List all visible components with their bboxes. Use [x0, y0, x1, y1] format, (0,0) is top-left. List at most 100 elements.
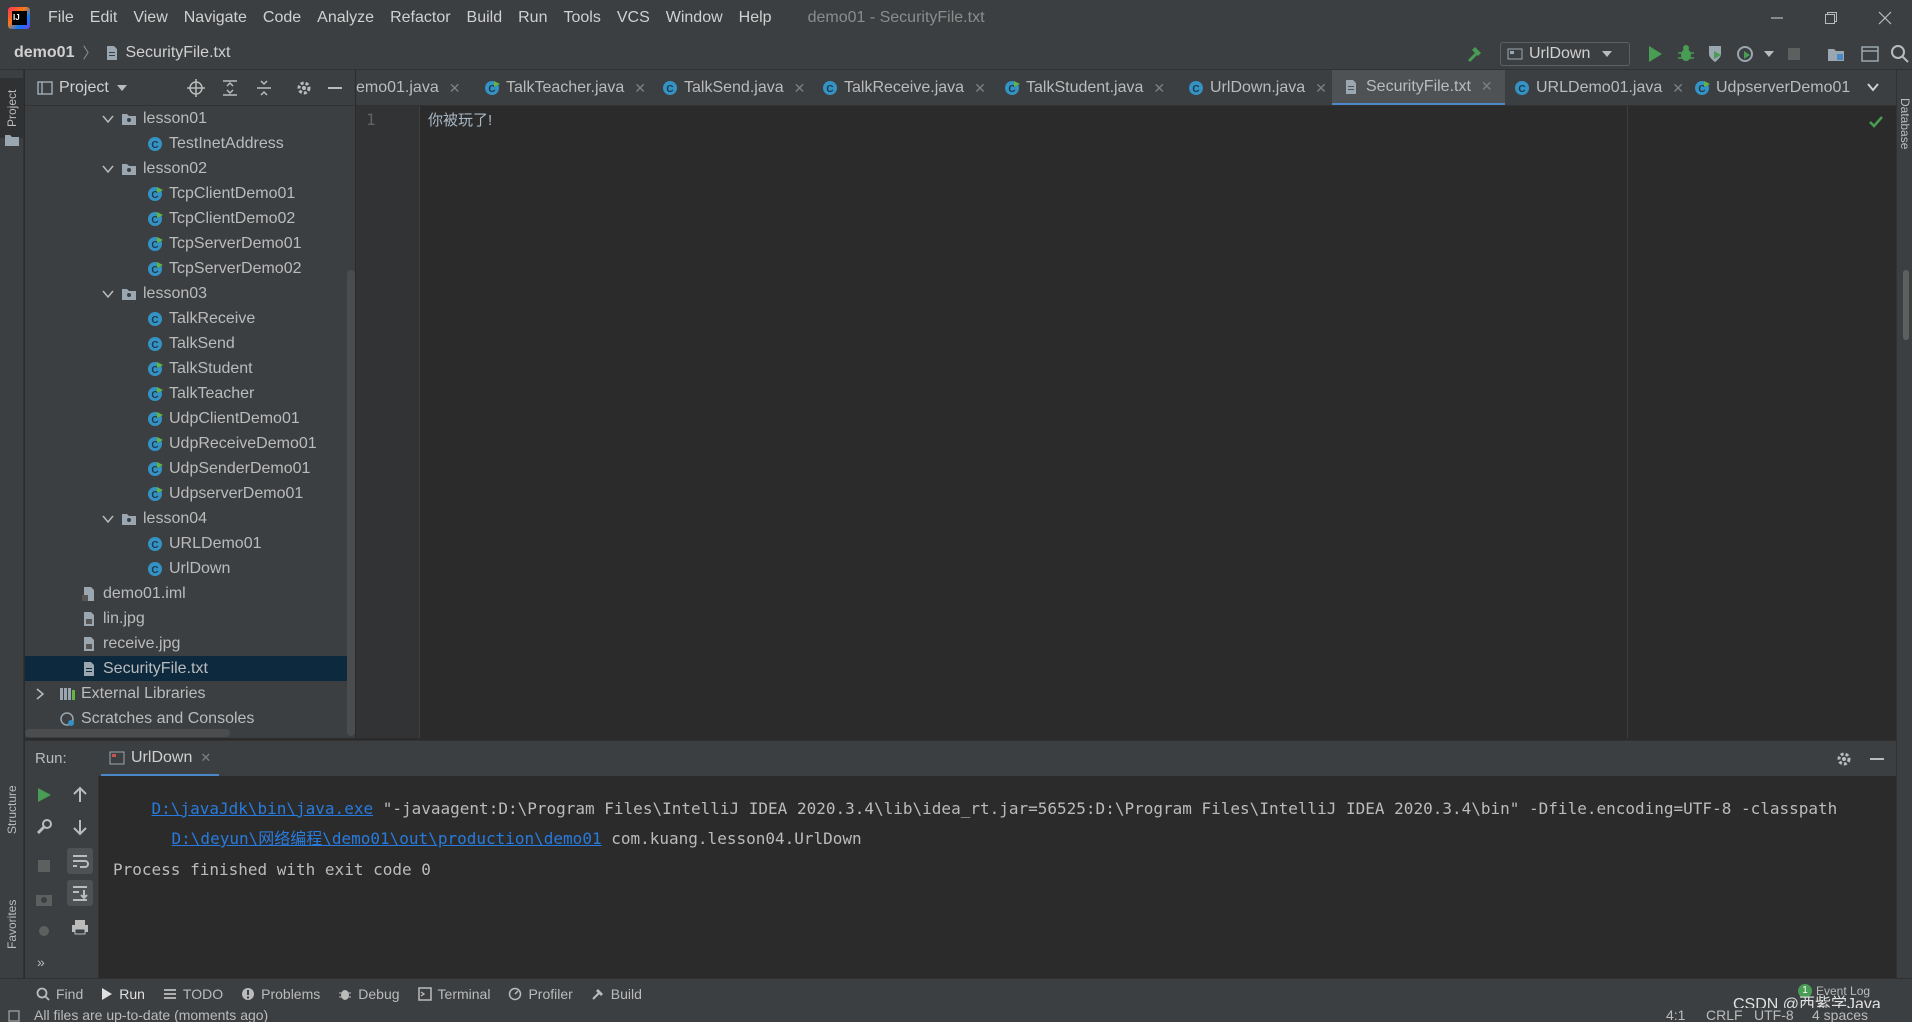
tree-item-talkstudent[interactable]: C TalkStudent [25, 356, 355, 381]
tab-securityfile-txt[interactable]: SecurityFile.txt ✕ [1332, 70, 1505, 105]
close-tab-icon[interactable]: ✕ [634, 80, 646, 97]
editor-code-line[interactable]: 你被玩了! [428, 109, 492, 130]
menu-build[interactable]: Build [459, 0, 511, 36]
minimize-button[interactable] [1750, 0, 1804, 36]
menu-tools[interactable]: Tools [555, 0, 608, 36]
menu-code[interactable]: Code [255, 0, 309, 36]
run-tool-button[interactable]: Run [101, 986, 145, 1002]
console-classpath-link[interactable]: D:\deyun\网络编程\demo01\out\production\demo… [172, 829, 602, 848]
close-tab-icon[interactable]: ✕ [1153, 80, 1165, 97]
file-encoding[interactable]: UTF-8 [1754, 1007, 1794, 1022]
profiler-tool-button[interactable]: Profiler [508, 986, 573, 1002]
menu-help[interactable]: Help [731, 0, 780, 36]
arrow-down-icon[interactable] [71, 818, 89, 836]
tree-item-udpclientdemo01[interactable]: C UdpClientDemo01 [25, 406, 355, 431]
inspection-ok-icon[interactable] [1868, 114, 1884, 130]
menu-view[interactable]: View [125, 0, 175, 36]
tab-talkreceive-java[interactable]: C TalkReceive.java ✕ [814, 70, 994, 105]
tree-item-demo01-iml[interactable]: demo01.iml [25, 581, 355, 606]
tree-horizontal-scrollbar[interactable] [25, 729, 230, 737]
problems-tool-button[interactable]: Problems [241, 986, 320, 1002]
chevron-down-icon[interactable] [101, 112, 115, 126]
tree-item-lesson03[interactable]: lesson03 [25, 281, 355, 306]
close-tab-icon[interactable]: ✕ [1315, 80, 1327, 97]
tree-item-urldown[interactable]: C UrlDown [25, 556, 355, 581]
menu-vcs[interactable]: VCS [609, 0, 658, 36]
tree-item-talkreceive[interactable]: C TalkReceive [25, 306, 355, 331]
tab-list-button[interactable] [1866, 80, 1880, 94]
tree-item-tcpserverdemo01[interactable]: C TcpServerDemo01 [25, 231, 355, 256]
camera-icon[interactable] [35, 890, 53, 908]
close-tab-icon[interactable]: ✕ [449, 80, 461, 97]
structure-tool-tab[interactable]: Structure [0, 770, 24, 850]
profile-button[interactable] [1736, 44, 1756, 64]
tree-item-lesson04[interactable]: lesson04 [25, 506, 355, 531]
more-actions-icon[interactable]: » [37, 954, 45, 970]
build-tool-button[interactable]: Build [591, 986, 642, 1002]
restore-button[interactable] [1804, 0, 1858, 36]
tree-item-securityfile-txt[interactable]: SecurityFile.txt [25, 656, 355, 681]
run-button[interactable] [1646, 44, 1664, 64]
todo-tool-button[interactable]: TODO [163, 986, 223, 1002]
menu-navigate[interactable]: Navigate [176, 0, 255, 36]
tab-demo01-java[interactable]: emo01.java ✕ [356, 70, 470, 105]
run-with-coverage-button[interactable] [1706, 44, 1726, 64]
tree-item-tcpclientdemo01[interactable]: C TcpClientDemo01 [25, 181, 355, 206]
menu-analyze[interactable]: Analyze [309, 0, 382, 36]
pin-icon[interactable] [35, 922, 53, 940]
stop-icon[interactable] [36, 858, 52, 874]
tree-item-testinetaddress[interactable]: C TestInetAddress [25, 131, 355, 156]
close-window-button[interactable] [1858, 0, 1912, 36]
tree-item-lesson02[interactable]: lesson02 [25, 156, 355, 181]
soft-wrap-button[interactable] [67, 848, 93, 874]
build-hammer-button[interactable] [1466, 44, 1486, 64]
find-tool-button[interactable]: Find [36, 986, 83, 1002]
console-output[interactable]: D:\javaJdk\bin\java.exe "-javaagent:D:\P… [99, 776, 1896, 978]
editor-text-area[interactable] [420, 106, 1896, 738]
tab-talkteacher-java[interactable]: C TalkTeacher.java ✕ [476, 70, 654, 105]
collapse-all-icon[interactable] [255, 79, 273, 97]
chevron-down-icon[interactable] [101, 287, 115, 301]
tab-urldemo01-java[interactable]: C URLDemo01.java ✕ [1506, 70, 1692, 105]
project-tool-tab[interactable]: Project [0, 78, 24, 138]
editor-scrollbar[interactable] [1903, 270, 1909, 340]
indent-setting[interactable]: 4 spaces [1812, 1007, 1868, 1022]
project-panel-title[interactable]: Project [59, 79, 109, 97]
tree-item-lin-jpg[interactable]: lin.jpg [25, 606, 355, 631]
hide-panel-icon[interactable] [327, 80, 343, 96]
wrench-icon[interactable] [35, 818, 53, 836]
more-run-options-button[interactable] [1764, 50, 1774, 58]
tree-item-lesson01[interactable]: lesson01 [25, 106, 355, 131]
project-structure-button[interactable] [1826, 44, 1846, 64]
close-tab-icon[interactable]: ✕ [794, 80, 806, 97]
terminal-tool-button[interactable]: Terminal [417, 986, 490, 1002]
tree-item-talksend[interactable]: C TalkSend [25, 331, 355, 356]
run-configuration-select[interactable]: UrlDown [1500, 42, 1630, 66]
tree-item-urldemo01[interactable]: C URLDemo01 [25, 531, 355, 556]
database-tool-tab[interactable]: Database [1897, 84, 1912, 164]
menu-window[interactable]: Window [658, 0, 731, 36]
breadcrumb-file[interactable]: SecurityFile.txt [125, 44, 230, 62]
close-tab-icon[interactable]: ✕ [200, 750, 211, 766]
print-icon[interactable] [71, 918, 89, 936]
tab-talkstudent-java[interactable]: C TalkStudent.java ✕ [996, 70, 1173, 105]
rerun-icon[interactable] [35, 786, 53, 804]
tab-udpserverdemo01[interactable]: C UdpserverDemo01 [1686, 70, 1858, 105]
tree-item-udpsenderdemo01[interactable]: C UdpSenderDemo01 [25, 456, 355, 481]
tree-item-talkteacher[interactable]: C TalkTeacher [25, 381, 355, 406]
run-tab-urldown[interactable]: UrlDown ✕ [101, 741, 220, 777]
tree-item-tcpserverdemo02[interactable]: C TcpServerDemo02 [25, 256, 355, 281]
close-tab-icon[interactable]: ✕ [974, 80, 986, 97]
locate-file-icon[interactable] [186, 78, 205, 97]
menu-run[interactable]: Run [510, 0, 555, 36]
tree-item-scratches[interactable]: Scratches and Consoles [25, 706, 355, 731]
tree-item-receive-jpg[interactable]: receive.jpg [25, 631, 355, 656]
scroll-to-end-button[interactable] [67, 880, 93, 906]
gear-icon[interactable] [1835, 750, 1853, 768]
menu-edit[interactable]: Edit [82, 0, 126, 36]
hide-panel-icon[interactable] [1869, 751, 1885, 767]
expand-all-icon[interactable] [221, 79, 239, 97]
chevron-down-icon[interactable] [101, 162, 115, 176]
chevron-right-icon[interactable] [33, 687, 47, 701]
menu-file[interactable]: File [40, 0, 82, 36]
